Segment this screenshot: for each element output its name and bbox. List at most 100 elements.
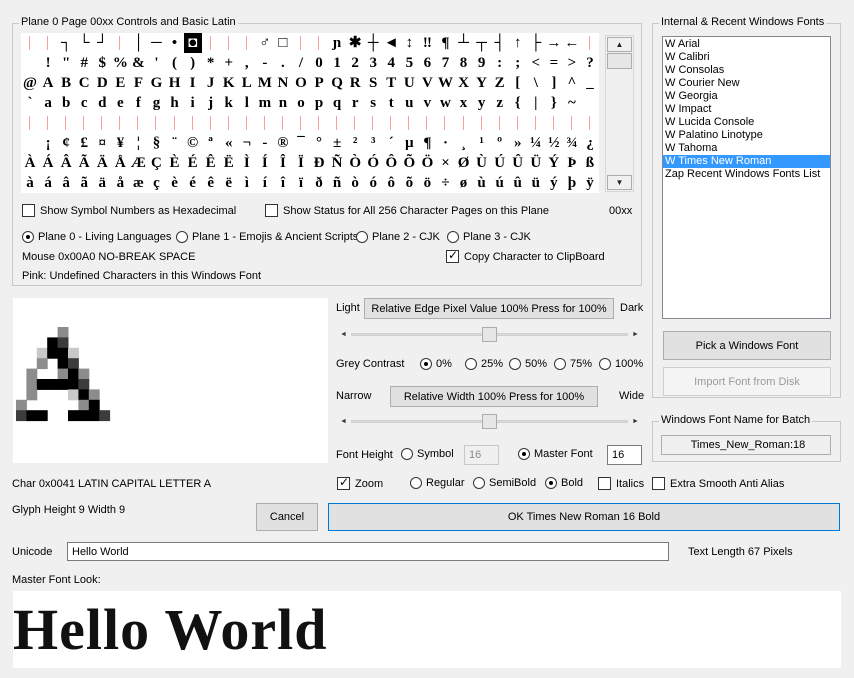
char-cell[interactable]: ª xyxy=(202,133,220,153)
char-cell[interactable]: ^ xyxy=(563,73,581,93)
char-cell[interactable]: ï xyxy=(292,173,310,193)
char-cell[interactable]: ë xyxy=(220,173,238,193)
char-cell[interactable]: . xyxy=(274,53,292,73)
char-cell[interactable]: L xyxy=(238,73,256,93)
char-cell[interactable]: c xyxy=(75,93,93,113)
char-cell[interactable]: e xyxy=(111,93,129,113)
scroll-up-arrow-icon[interactable]: ▲ xyxy=(607,37,632,52)
character-grid-scrollbar[interactable]: ▲ ▼ xyxy=(605,35,634,192)
char-cell[interactable]: ├ xyxy=(527,33,545,53)
italics-checkbox[interactable]: Italics xyxy=(598,477,644,490)
char-cell[interactable]: M xyxy=(256,73,274,93)
grey-100-radio-dot[interactable] xyxy=(599,358,611,370)
char-cell[interactable]: \ xyxy=(527,73,545,93)
char-cell[interactable]: Þ xyxy=(563,153,581,173)
char-cell[interactable]: ø xyxy=(455,173,473,193)
char-cell[interactable]: ɲ xyxy=(328,33,346,53)
grey-25-radio[interactable]: 25% xyxy=(465,358,503,370)
char-cell[interactable]: q xyxy=(328,93,346,113)
char-cell[interactable]: # xyxy=(75,53,93,73)
char-cell[interactable]: ; xyxy=(509,53,527,73)
font-list-item[interactable]: W Courier New xyxy=(663,77,830,90)
char-cell[interactable]: Ø xyxy=(455,153,473,173)
char-cell[interactable]: ÷ xyxy=(436,173,454,193)
char-cell[interactable]: Ä xyxy=(93,153,111,173)
font-list-item[interactable]: W Lucida Console xyxy=(663,116,830,129)
char-cell[interactable]: ¥ xyxy=(111,133,129,153)
char-cell[interactable]: i xyxy=(184,93,202,113)
char-cell[interactable]: Æ xyxy=(129,153,147,173)
char-cell[interactable]: ¿ xyxy=(581,133,599,153)
char-cell[interactable]: o xyxy=(292,93,310,113)
master-font-radio-dot[interactable] xyxy=(518,448,530,460)
char-cell[interactable]: ) xyxy=(184,53,202,73)
char-cell[interactable]: Ç xyxy=(147,153,165,173)
show-hex-checkbox[interactable]: Show Symbol Numbers as Hexadecimal xyxy=(22,204,236,217)
char-cell[interactable]: ! xyxy=(39,53,57,73)
char-cell[interactable]: a xyxy=(39,93,57,113)
char-cell[interactable]: ó xyxy=(364,173,382,193)
grey-50-radio-dot[interactable] xyxy=(509,358,521,370)
master-font-radio[interactable]: Master Font xyxy=(518,448,593,460)
char-cell[interactable]: ü xyxy=(527,173,545,193)
char-cell[interactable]: $ xyxy=(93,53,111,73)
char-cell[interactable]: % xyxy=(111,53,129,73)
char-cell[interactable]: Ì xyxy=(238,153,256,173)
grey-0-radio-dot[interactable] xyxy=(420,358,432,370)
char-cell[interactable]: | xyxy=(527,93,545,113)
grey-25-radio-dot[interactable] xyxy=(465,358,477,370)
char-cell[interactable]: × xyxy=(436,153,454,173)
char-cell[interactable]: y xyxy=(473,93,491,113)
char-cell[interactable]: v xyxy=(418,93,436,113)
char-cell[interactable]: à xyxy=(21,173,39,193)
char-cell[interactable] xyxy=(21,113,39,133)
font-list-item[interactable]: W Palatino Linotype xyxy=(663,129,830,142)
char-cell[interactable]: Ü xyxy=(527,153,545,173)
smooth-anti-alias-checkbox[interactable]: Extra Smooth Anti Alias xyxy=(652,477,784,490)
char-cell[interactable]: ♂ xyxy=(256,33,274,53)
char-cell[interactable]: ( xyxy=(166,53,184,73)
char-cell[interactable] xyxy=(111,33,129,53)
char-cell[interactable]: Ô xyxy=(382,153,400,173)
char-cell[interactable]: Ó xyxy=(364,153,382,173)
char-cell[interactable]: Î xyxy=(274,153,292,173)
char-cell[interactable]: - xyxy=(256,53,274,73)
grey-75-radio-dot[interactable] xyxy=(554,358,566,370)
char-cell[interactable]: ' xyxy=(147,53,165,73)
char-cell[interactable] xyxy=(147,113,165,133)
plane-2-radio[interactable]: Plane 2 - CJK xyxy=(356,231,440,243)
char-cell[interactable] xyxy=(57,113,75,133)
char-cell[interactable]: ú xyxy=(491,173,509,193)
char-cell[interactable]: x xyxy=(455,93,473,113)
char-cell[interactable]: d xyxy=(93,93,111,113)
plane-0-radio[interactable]: Plane 0 - Living Languages xyxy=(22,231,171,243)
char-cell[interactable] xyxy=(382,113,400,133)
char-cell[interactable]: 8 xyxy=(455,53,473,73)
char-cell[interactable]: ¶ xyxy=(418,133,436,153)
char-cell[interactable] xyxy=(328,113,346,133)
char-cell[interactable] xyxy=(310,33,328,53)
char-cell[interactable]: @ xyxy=(21,73,39,93)
edge-pixel-button[interactable]: Relative Edge Pixel Value 100% Press for… xyxy=(364,298,614,319)
char-cell[interactable]: Z xyxy=(491,73,509,93)
scroll-thumb[interactable] xyxy=(607,53,632,69)
zoom-checkbox[interactable]: Zoom xyxy=(337,475,383,490)
char-cell[interactable]: · xyxy=(436,133,454,153)
char-cell[interactable]: ù xyxy=(473,173,491,193)
char-cell[interactable]: k xyxy=(220,93,238,113)
char-cell[interactable]: ¶ xyxy=(436,33,454,53)
char-cell[interactable]: b xyxy=(57,93,75,113)
char-cell[interactable]: < xyxy=(527,53,545,73)
char-cell[interactable]: â xyxy=(57,173,75,193)
char-cell[interactable]: ¬ xyxy=(238,133,256,153)
char-cell[interactable]: 5 xyxy=(400,53,418,73)
char-cell[interactable] xyxy=(581,33,599,53)
char-cell[interactable]: ┐ xyxy=(57,33,75,53)
plane-1-radio[interactable]: Plane 1 - Emojis & Ancient Scripts xyxy=(176,231,358,243)
scroll-down-arrow-icon[interactable]: ▼ xyxy=(607,175,632,190)
char-cell[interactable]: Ð xyxy=(310,153,328,173)
char-cell[interactable]: A xyxy=(39,73,57,93)
char-cell[interactable]: p xyxy=(310,93,328,113)
plane-3-radio[interactable]: Plane 3 - CJK xyxy=(447,231,531,243)
char-cell[interactable] xyxy=(202,113,220,133)
